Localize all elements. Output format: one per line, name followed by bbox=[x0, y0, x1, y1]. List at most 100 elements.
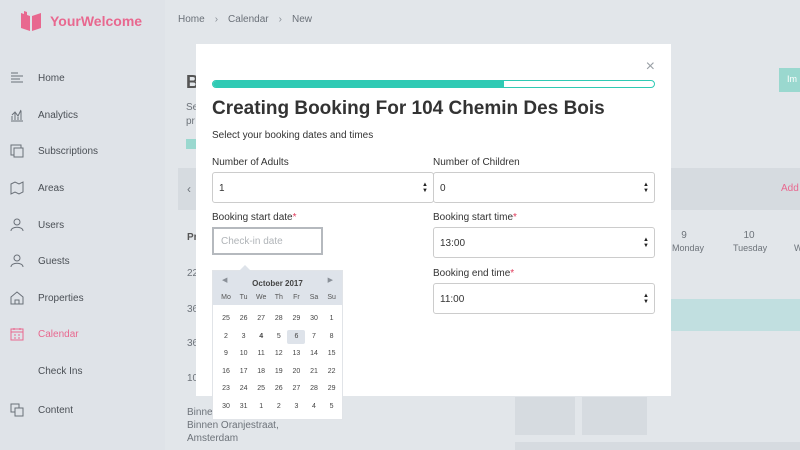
children-select[interactable]: 0 ▲ ▼ bbox=[433, 172, 655, 203]
sidebar-item-home[interactable]: Home bbox=[0, 66, 165, 90]
sidebar-item-guests[interactable]: Guests bbox=[0, 249, 165, 273]
datepicker: ◀ October 2017 ▶ Mo Tu We Th Fr Sa Su 25 26 27 28 2… bbox=[212, 265, 343, 420]
datepicker-day[interactable]: 5 bbox=[323, 400, 341, 414]
sidebar-item-label: Check Ins bbox=[38, 365, 83, 377]
datepicker-day[interactable]: 9 bbox=[217, 347, 235, 361]
close-icon[interactable]: × bbox=[646, 58, 655, 76]
datepicker-day[interactable]: 28 bbox=[270, 312, 288, 326]
datepicker-day[interactable]: 21 bbox=[305, 365, 323, 379]
datepicker-day[interactable]: 31 bbox=[235, 400, 253, 414]
datepicker-day[interactable]: 3 bbox=[235, 330, 253, 344]
datepicker-day[interactable]: 23 bbox=[217, 382, 235, 396]
children-value: 0 bbox=[440, 183, 446, 194]
datepicker-day[interactable]: 10 bbox=[235, 347, 253, 361]
adults-select[interactable]: 1 ▲ ▼ bbox=[212, 172, 434, 203]
datepicker-day[interactable]: 18 bbox=[252, 365, 270, 379]
datepicker-day[interactable]: 1 bbox=[323, 312, 341, 326]
adults-value: 1 bbox=[219, 183, 225, 194]
datepicker-day[interactable]: 13 bbox=[287, 347, 305, 361]
calendar-icon bbox=[10, 327, 24, 341]
day-number: 9 bbox=[681, 230, 687, 241]
sidebar-item-analytics[interactable]: Analytics bbox=[0, 103, 165, 127]
datepicker-day[interactable]: 29 bbox=[287, 312, 305, 326]
datepicker-day[interactable]: 27 bbox=[252, 312, 270, 326]
sidebar-item-label: Calendar bbox=[38, 328, 79, 340]
sidebar-item-users[interactable]: Users bbox=[0, 213, 165, 237]
sidebar-item-calendar[interactable]: Calendar bbox=[0, 322, 165, 346]
datepicker-day[interactable]: 30 bbox=[305, 312, 323, 326]
progress-fill bbox=[213, 81, 505, 87]
datepicker-day[interactable]: 16 bbox=[217, 365, 235, 379]
datepicker-day[interactable]: 26 bbox=[235, 312, 253, 326]
datepicker-day[interactable]: 30 bbox=[217, 400, 235, 414]
datepicker-day[interactable]: 5 bbox=[270, 330, 288, 344]
datepicker-day[interactable]: 7 bbox=[305, 330, 323, 344]
start-time-label: Booking start time* bbox=[433, 212, 517, 223]
datepicker-day[interactable]: 22 bbox=[323, 365, 341, 379]
day-name: Monday bbox=[672, 243, 705, 253]
app-logo[interactable]: YourWelcome bbox=[20, 10, 142, 32]
datepicker-day[interactable]: 25 bbox=[252, 382, 270, 396]
check-in-date-input[interactable]: Check-in date bbox=[212, 227, 323, 255]
sidebar-item-properties[interactable]: Properties bbox=[0, 286, 165, 310]
start-time-label-text: Booking start time bbox=[433, 212, 514, 223]
breadcrumb-home[interactable]: Home bbox=[178, 14, 205, 25]
children-label: Number of Children bbox=[433, 157, 520, 168]
end-time-select[interactable]: 11:00 ▲ ▼ bbox=[433, 283, 655, 314]
sidebar-item-check-ins[interactable]: Check Ins bbox=[0, 359, 165, 383]
datepicker-day[interactable]: 24 bbox=[235, 382, 253, 396]
datepicker-day[interactable]: 14 bbox=[305, 347, 323, 361]
datepicker-day[interactable]: 20 bbox=[287, 365, 305, 379]
page-text-fragment: pr bbox=[186, 116, 195, 127]
breadcrumb: Home › Calendar › New bbox=[178, 14, 312, 25]
import-button[interactable]: Im bbox=[779, 68, 800, 92]
properties-icon bbox=[10, 291, 24, 305]
datepicker-day[interactable]: 3 bbox=[287, 400, 305, 414]
modal-subtitle: Select your booking dates and times bbox=[212, 130, 374, 141]
areas-icon bbox=[10, 181, 24, 195]
datepicker-day[interactable]: 29 bbox=[323, 382, 341, 396]
select-arrows-icon: ▲ ▼ bbox=[643, 293, 649, 305]
chevron-left-icon[interactable]: ‹ bbox=[187, 182, 191, 196]
end-time-label: Booking end time* bbox=[433, 268, 514, 279]
datepicker-day[interactable]: 17 bbox=[235, 365, 253, 379]
day-name: W bbox=[794, 243, 800, 253]
datepicker-day[interactable]: 12 bbox=[270, 347, 288, 361]
datepicker-day[interactable]: 1 bbox=[252, 400, 270, 414]
datepicker-day[interactable]: 27 bbox=[287, 382, 305, 396]
datepicker-day[interactable]: 25 bbox=[217, 312, 235, 326]
check-in-placeholder: Check-in date bbox=[221, 236, 283, 247]
weekday-header: Sa bbox=[309, 294, 319, 301]
datepicker-day[interactable]: 8 bbox=[323, 330, 341, 344]
select-arrows-icon: ▲ ▼ bbox=[422, 182, 428, 194]
datepicker-day[interactable]: 2 bbox=[217, 330, 235, 344]
weekday-header: We bbox=[256, 294, 267, 301]
start-time-select[interactable]: 13:00 ▲ ▼ bbox=[433, 227, 655, 258]
calendar-cell bbox=[582, 397, 647, 435]
select-arrows-icon: ▲ ▼ bbox=[643, 182, 649, 194]
datepicker-day[interactable]: 4 bbox=[305, 400, 323, 414]
children-label-text: Number of Children bbox=[433, 157, 520, 168]
datepicker-day[interactable]: 26 bbox=[270, 382, 288, 396]
weekday-header: Th bbox=[274, 294, 283, 301]
datepicker-day[interactable]: 15 bbox=[323, 347, 341, 361]
breadcrumb-calendar[interactable]: Calendar bbox=[228, 14, 269, 25]
datepicker-day[interactable]: 19 bbox=[270, 365, 288, 379]
start-date-label-text: Booking start date bbox=[212, 212, 293, 223]
start-time-value: 13:00 bbox=[440, 238, 466, 249]
datepicker-day[interactable]: 2 bbox=[270, 400, 288, 414]
datepicker-day[interactable]: 6 bbox=[287, 329, 306, 344]
day-number: 10 bbox=[743, 230, 755, 241]
datepicker-day[interactable]: 11 bbox=[252, 347, 270, 361]
sidebar-item-areas[interactable]: Areas bbox=[0, 176, 165, 200]
sidebar-item-subscriptions[interactable]: Subscriptions bbox=[0, 139, 165, 163]
modal-title: Creating Booking For 104 Chemin Des Bois bbox=[212, 98, 605, 119]
weekday-header: Mo bbox=[221, 294, 231, 301]
users-icon bbox=[10, 218, 24, 232]
add-link[interactable]: Add bbox=[781, 183, 799, 194]
next-month-icon[interactable]: ▶ bbox=[328, 276, 333, 284]
sidebar-item-content[interactable]: Content bbox=[0, 398, 165, 422]
datepicker-day[interactable]: 4 bbox=[252, 330, 270, 344]
datepicker-day[interactable]: 28 bbox=[305, 382, 323, 396]
adults-label-text: Number of Adults bbox=[212, 157, 289, 168]
